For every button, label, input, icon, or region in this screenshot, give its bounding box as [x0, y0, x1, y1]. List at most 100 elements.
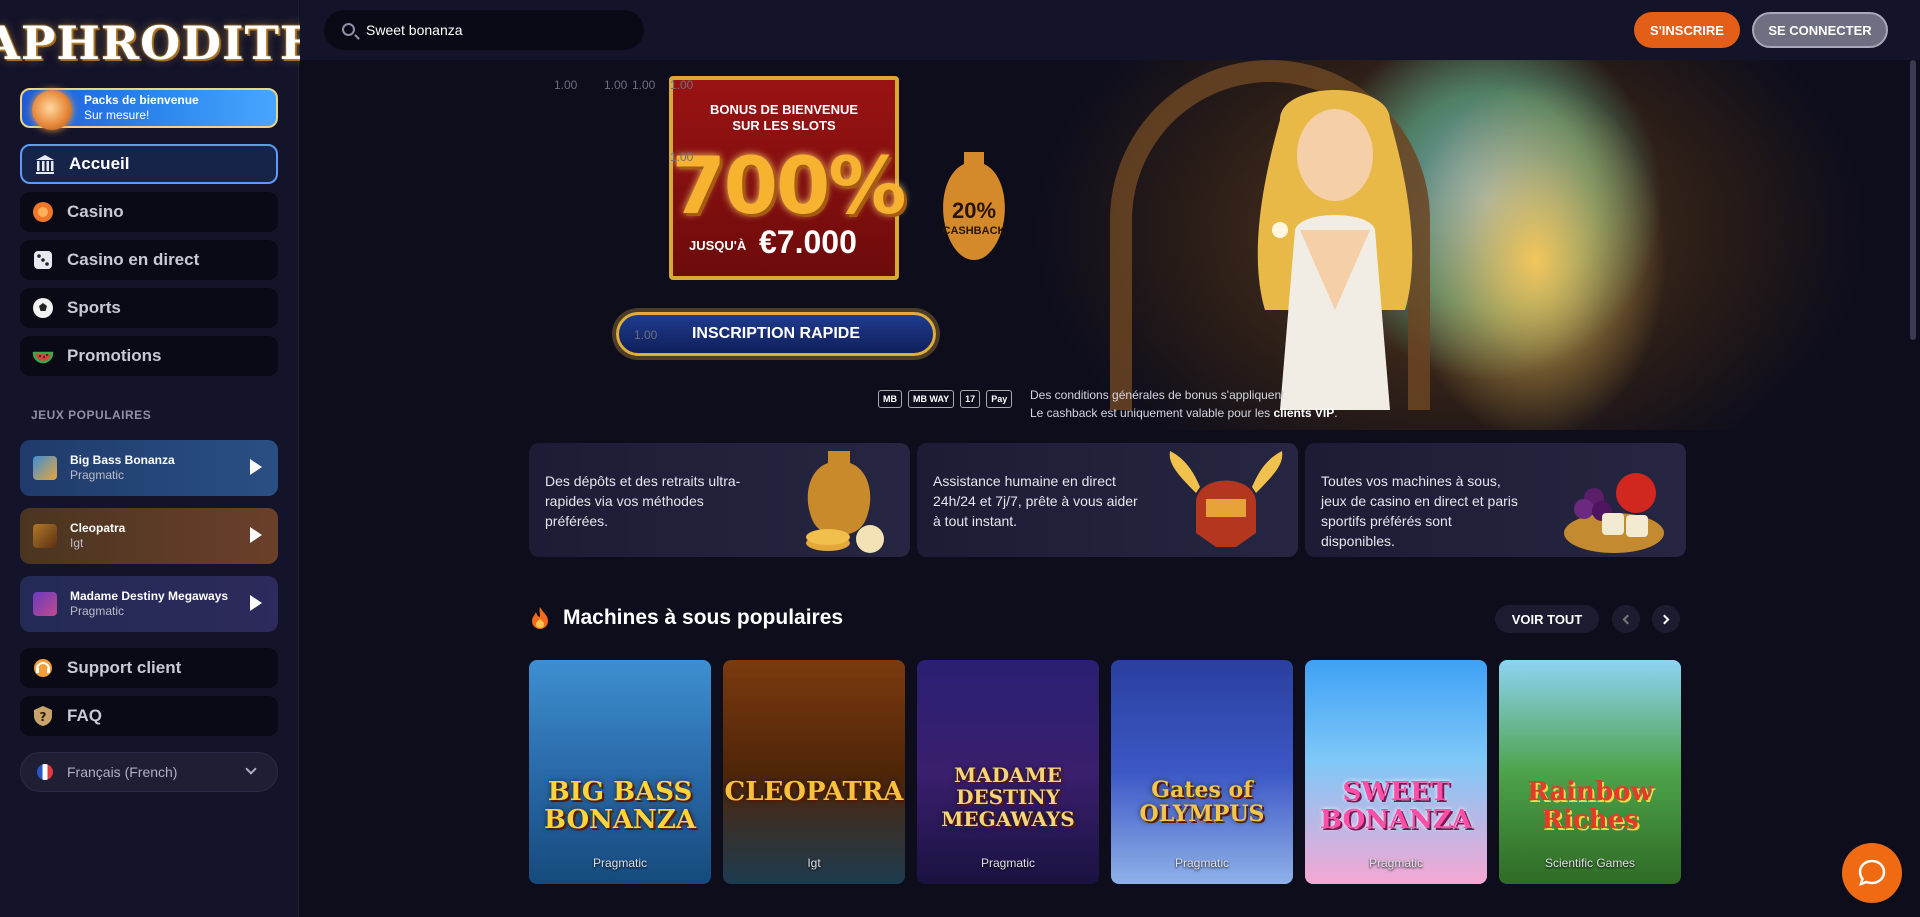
game-name: Big Bass Bonanza: [70, 453, 175, 467]
quick-signup-button[interactable]: INSCRIPTION RAPIDE: [616, 312, 936, 356]
feature-card-payments: Des dépôts et des retraits ultra-rapides…: [529, 443, 910, 557]
bonus-upto: JUSQU'À: [689, 238, 747, 253]
nav-item-casino[interactable]: Casino: [20, 192, 278, 232]
winged-helmet-icon: [1169, 451, 1283, 547]
game-provider: Pragmatic: [70, 468, 125, 482]
nav-item-sports[interactable]: Sports: [20, 288, 278, 328]
slot-card[interactable]: Gates of OLYMPUS Pragmatic: [1111, 660, 1293, 884]
carousel-next-button[interactable]: [1652, 605, 1680, 633]
ghost-value: 1.00: [604, 78, 628, 92]
login-button[interactable]: SE CONNECTER: [1752, 12, 1888, 48]
game-thumbnail: [33, 524, 57, 548]
slot-card[interactable]: CLEOPATRA Igt: [723, 660, 905, 884]
play-icon[interactable]: [250, 527, 262, 543]
play-icon[interactable]: [250, 459, 262, 475]
bonus-amount: €7.000: [759, 224, 857, 260]
scrollbar[interactable]: [1910, 60, 1916, 340]
feature-text: Des dépôts et des retraits ultra-rapides…: [545, 473, 741, 529]
nav-item-live-casino[interactable]: Casino en direct: [20, 240, 278, 280]
nav-item-home[interactable]: Accueil: [20, 144, 278, 184]
search-bar[interactable]: [324, 10, 644, 50]
terms-line: Des conditions générales de bonus s'appl…: [1030, 388, 1288, 402]
slot-title: Gates of OLYMPUS: [1139, 777, 1265, 827]
slot-card[interactable]: MADAME DESTINY MEGAWAYS Pragmatic: [917, 660, 1099, 884]
hero-banner[interactable]: BONUS DE BIENVENUE SUR LES SLOTS 700% JU…: [300, 60, 1908, 430]
welcome-emblem-icon: [32, 90, 72, 130]
slot-card[interactable]: BIG BASS BONANZA Pragmatic: [529, 660, 711, 884]
live-chat-button[interactable]: [1842, 843, 1902, 903]
popular-slots-heading: Machines à sous populaires: [529, 606, 843, 630]
popular-game-item[interactable]: Big Bass Bonanza Pragmatic: [20, 440, 278, 496]
svg-text:?: ?: [40, 710, 47, 724]
chevron-left-icon: [1622, 614, 1633, 624]
top-bar: S'INSCRIRE SE CONNECTER: [300, 0, 1920, 60]
carousel-prev-button[interactable]: [1612, 605, 1640, 633]
slot-provider: Scientific Games: [1544, 856, 1636, 870]
feature-card-support: Assistance humaine en direct 24h/24 et 7…: [917, 443, 1298, 557]
nav-label: Casino: [67, 202, 124, 221]
brand-logo[interactable]: APHRODITE: [0, 14, 315, 72]
nav-item-support[interactable]: Support client: [20, 648, 278, 688]
help-shield-icon: ?: [31, 704, 55, 728]
game-name: Madame Destiny Megaways: [70, 589, 229, 603]
slot-title: SWEET BONANZA: [1320, 777, 1472, 835]
slot-provider: Pragmatic: [592, 856, 648, 870]
ghost-value: 1.00: [634, 328, 658, 342]
mbway-icon: MB WAY: [908, 390, 955, 408]
slot-title: CLEOPATRA: [724, 777, 904, 807]
slot-title: Rainbow Riches: [1527, 777, 1653, 835]
bonus-terms: Des conditions générales de bonus s'appl…: [1030, 388, 1338, 420]
ghost-value: 1.00: [554, 78, 578, 92]
nav-label: Sports: [67, 298, 121, 317]
nav-label: Promotions: [67, 346, 162, 365]
nav-label: Casino en direct: [67, 250, 200, 269]
apple-pay-icon: Pay: [986, 390, 1013, 408]
payment-methods: MB MB WAY 17 Pay: [878, 390, 1013, 408]
french-flag-icon: [37, 764, 53, 780]
slot-provider: Pragmatic: [1174, 856, 1230, 870]
nav-item-promotions[interactable]: Promotions: [20, 336, 278, 376]
game-provider: Igt: [70, 536, 84, 550]
game-name: Cleopatra: [70, 521, 126, 535]
bonus-heading: BONUS DE BIENVENUE SUR LES SLOTS: [709, 102, 859, 133]
goddess-illustration: [1257, 90, 1413, 410]
vip-clients-link[interactable]: clients VIP: [1274, 406, 1335, 420]
bonus-percent: 700%: [671, 142, 907, 232]
game-provider: Pragmatic: [70, 604, 125, 618]
slot-card[interactable]: Rainbow Riches Scientific Games: [1499, 660, 1681, 884]
dice-icon: [31, 248, 55, 272]
game-thumbnail: [33, 456, 57, 480]
casino-chip-icon: [31, 200, 55, 224]
language-select[interactable]: Français (French): [20, 752, 278, 792]
language-label: Français (French): [67, 764, 178, 780]
slot-title: MADAME DESTINY MEGAWAYS: [941, 763, 1075, 831]
chat-bubble-icon: [1858, 859, 1886, 887]
game-thumbnail: [33, 592, 57, 616]
popular-game-item[interactable]: Madame Destiny Megaways Pragmatic: [20, 576, 278, 632]
nav-label: FAQ: [67, 706, 102, 725]
feature-card-games: Toutes vos machines à sous, jeux de casi…: [1305, 443, 1686, 557]
feature-text: Toutes vos machines à sous, jeux de casi…: [1321, 473, 1518, 549]
fruit-bowl-dice-icon: [1564, 473, 1664, 553]
fire-icon: [532, 607, 548, 629]
signup-button[interactable]: S'INSCRIRE: [1634, 12, 1740, 48]
slot-provider: Igt: [807, 856, 821, 870]
ghost-value: 1.00: [670, 150, 694, 164]
cashback-vase: 20% CASHBACK: [938, 152, 1010, 262]
slot-provider: Pragmatic: [980, 856, 1036, 870]
welcome-packs-banner[interactable]: Packs de bienvenue Sur mesure!: [20, 88, 278, 130]
popular-game-item[interactable]: Cleopatra Igt: [20, 508, 278, 564]
nav-item-faq[interactable]: ? FAQ: [20, 696, 278, 736]
slot-card[interactable]: SWEET BONANZA Pragmatic: [1305, 660, 1487, 884]
play-icon[interactable]: [250, 595, 262, 611]
welcome-bonus-banner: BONUS DE BIENVENUE SUR LES SLOTS 700% JU…: [669, 76, 906, 280]
chevron-down-icon: [245, 763, 257, 775]
watermelon-icon: [31, 344, 55, 368]
soccer-ball-icon: [31, 296, 55, 320]
temple-icon: [33, 152, 57, 176]
see-all-button[interactable]: VOIR TOUT: [1495, 605, 1599, 633]
nav-label: Accueil: [69, 154, 130, 173]
search-input[interactable]: [366, 22, 626, 38]
chevron-right-icon: [1659, 614, 1670, 624]
payment-17-icon: 17: [960, 390, 981, 408]
